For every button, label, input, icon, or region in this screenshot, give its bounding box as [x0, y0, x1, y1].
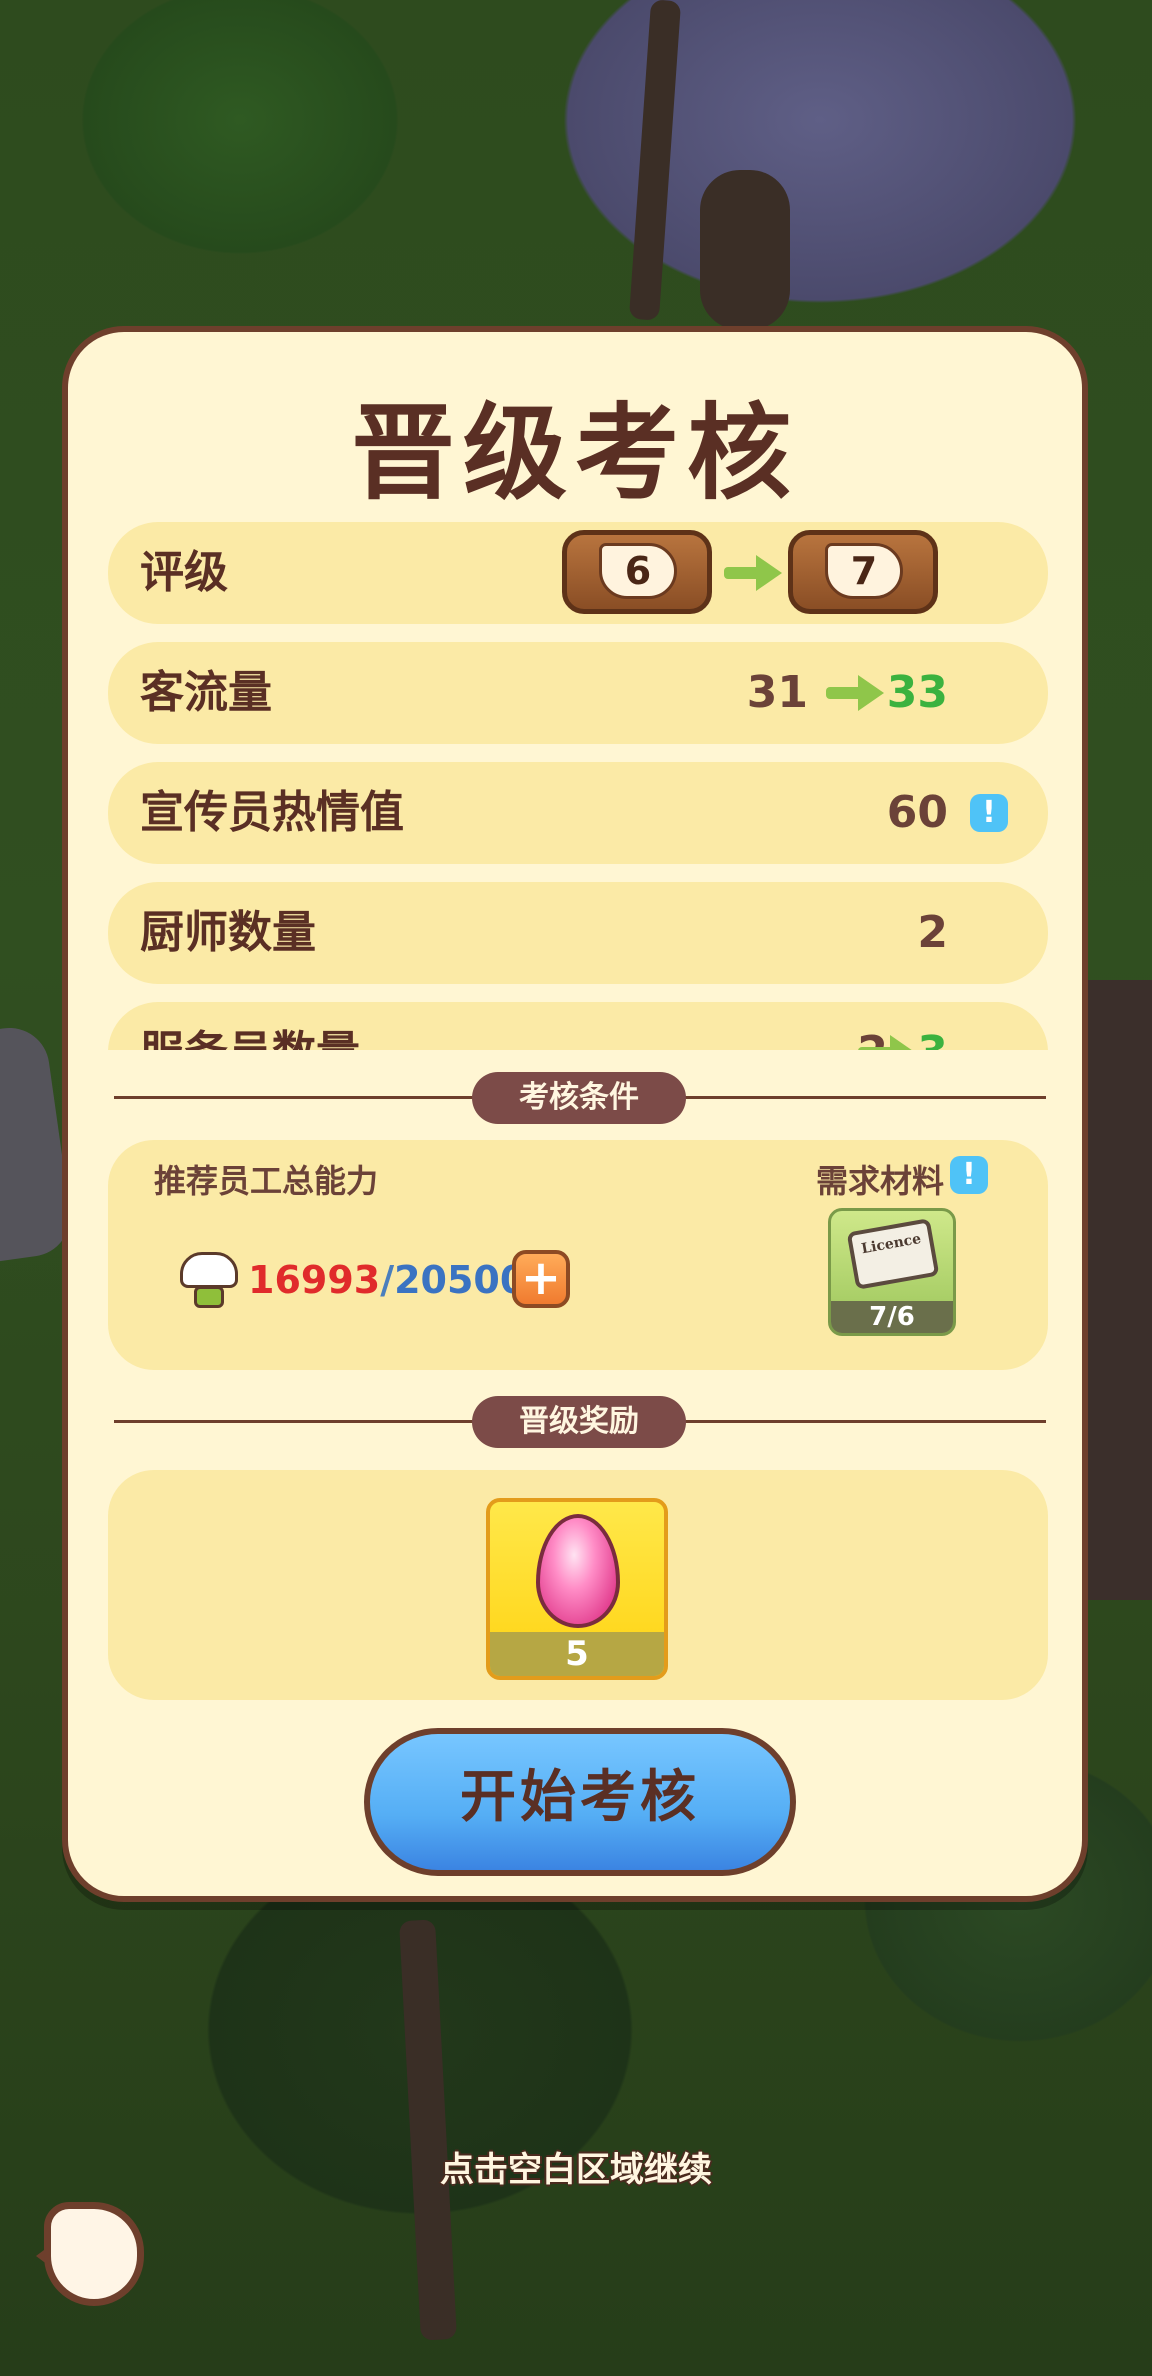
staff-power-sep: / — [380, 1258, 395, 1302]
row-customer-flow: 客流量 31 33 — [108, 642, 1048, 744]
conditions-header: 考核条件 — [472, 1072, 686, 1124]
rating-badge-current: 6 — [562, 530, 712, 614]
row-chef-count: 厨师数量 2 — [108, 882, 1048, 984]
value-next: 33 — [886, 667, 948, 718]
back-button[interactable] — [36, 2196, 148, 2314]
row-label: 服务员数量 — [140, 1002, 360, 1050]
chef-hat-icon — [174, 1252, 244, 1310]
tap-to-continue-hint: 点击空白区域继续 — [440, 2150, 712, 2190]
add-staff-button[interactable]: + — [512, 1250, 570, 1308]
licence-icon: Licence — [846, 1218, 940, 1290]
staff-power-total: 20500 — [394, 1258, 527, 1302]
row-label: 厨师数量 — [140, 907, 316, 958]
row-rating: 评级 6 7 — [108, 522, 1048, 624]
material-count: 7/6 — [831, 1301, 953, 1333]
stats-list[interactable]: 评级 6 7 客流量 31 33 宣传员热情值 60 ! 厨师数量 2 — [108, 522, 1048, 1050]
promotion-dialog: 晋级考核 评级 6 7 客流量 31 33 宣传员热情值 60 ! 厨师数量 2… — [62, 326, 1088, 1902]
arrow-right-icon — [858, 1035, 918, 1050]
arrow-right-icon — [724, 555, 784, 591]
reward-panel: 5 — [108, 1470, 1048, 1700]
value-current: 31 — [746, 667, 808, 718]
start-assessment-button[interactable]: 开始考核 — [364, 1728, 796, 1876]
reward-item[interactable]: 5 — [486, 1498, 668, 1680]
value-current: 2 — [917, 907, 948, 958]
info-icon[interactable]: ! — [970, 794, 1008, 832]
row-label: 宣传员热情值 — [140, 787, 404, 838]
rating-badge-next: 7 — [788, 530, 938, 614]
info-icon[interactable]: ! — [950, 1156, 988, 1194]
row-label: 评级 — [140, 547, 228, 598]
dialog-title: 晋级考核 — [350, 392, 799, 514]
pink-gem-icon — [536, 1514, 620, 1628]
staff-power-value: 16993/20500 — [248, 1258, 526, 1302]
value-current: 60 — [886, 787, 948, 838]
arrow-right-icon — [826, 675, 886, 711]
row-label: 客流量 — [140, 667, 272, 718]
reward-header: 晋级奖励 — [472, 1396, 686, 1448]
bird-icon: 7 — [825, 543, 903, 599]
material-label: 需求材料 — [815, 1162, 944, 1200]
bird-icon: 6 — [599, 543, 677, 599]
material-licence[interactable]: Licence 7/6 — [828, 1208, 956, 1336]
reward-count: 5 — [490, 1632, 664, 1676]
staff-power-label: 推荐员工总能力 — [154, 1162, 379, 1200]
row-promoter-enthusiasm: 宣传员热情值 60 ! — [108, 762, 1048, 864]
value-next: 3 — [917, 1002, 948, 1050]
conditions-panel: 推荐员工总能力 需求材料 ! 16993/20500 + Licence 7/6 — [108, 1140, 1048, 1370]
staff-power-current: 16993 — [248, 1258, 381, 1302]
row-waiter-count: 服务员数量 2 3 — [108, 1002, 1048, 1050]
